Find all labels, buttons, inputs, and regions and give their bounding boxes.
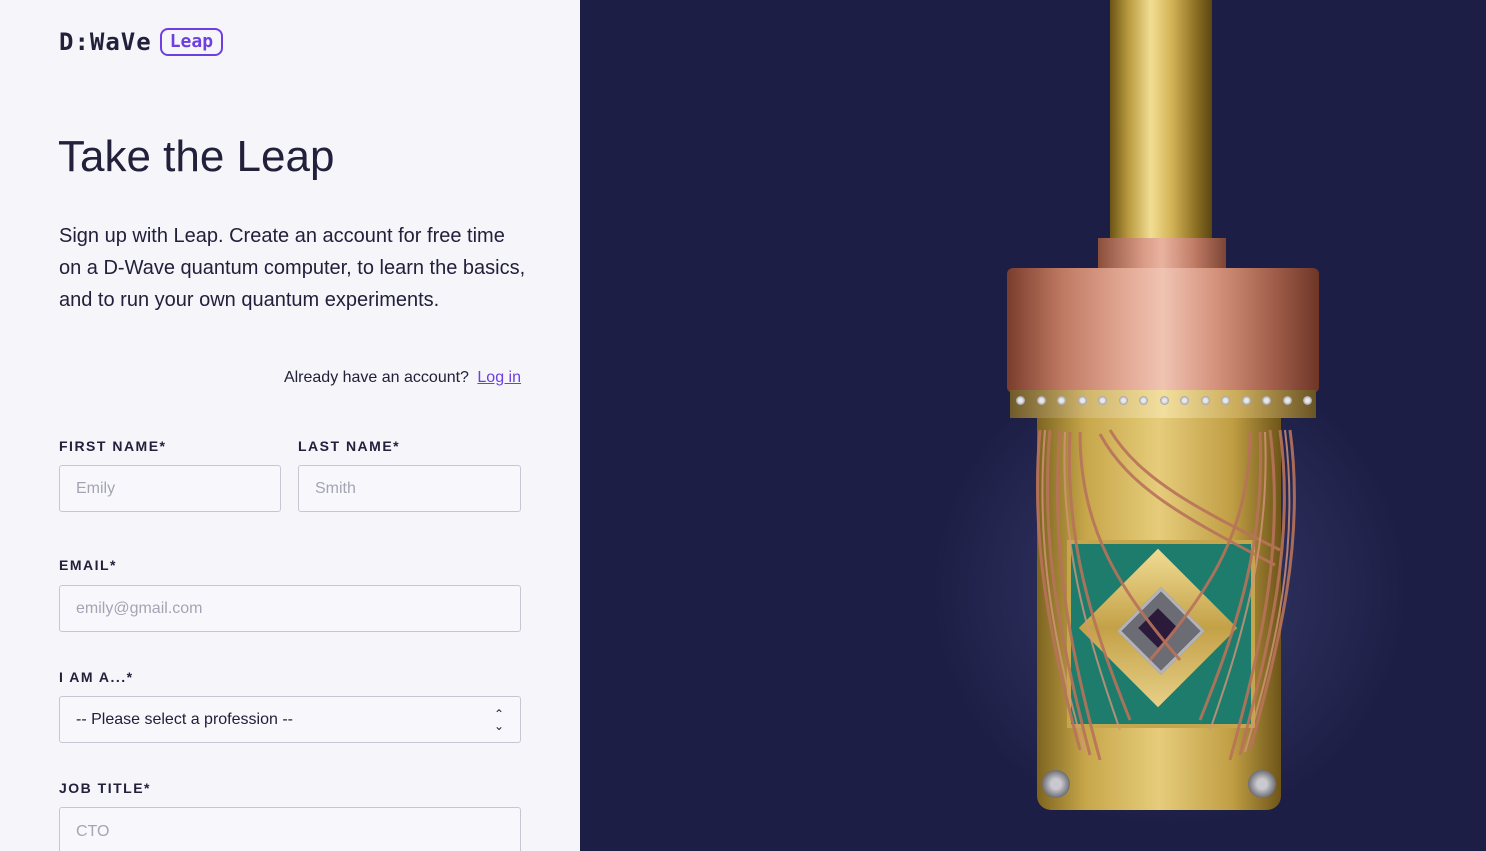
last-name-label: LAST NAME* [298, 438, 401, 454]
leap-badge: Leap [159, 28, 224, 56]
screw-right [1248, 770, 1276, 798]
copper-shield [1007, 268, 1319, 393]
copper-wire-bundles [1035, 429, 1296, 761]
dwave-wordmark: D:WaVe [59, 28, 152, 56]
login-link[interactable]: Log in [477, 369, 521, 386]
first-name-label: FIRST NAME* [59, 438, 167, 454]
dwave-leap-logo[interactable]: D:WaVe Leap [59, 28, 224, 56]
email-input[interactable] [59, 585, 521, 632]
profession-selected-value: -- Please select a profession -- [76, 710, 293, 728]
flange-bolts [1016, 396, 1312, 410]
job-title-input[interactable] [59, 807, 521, 851]
page-title: Take the Leap [58, 132, 335, 181]
login-prompt: Already have an account? [283, 369, 469, 386]
intro-text: Sign up with Leap. Create an account for… [59, 225, 526, 311]
gold-rod [1110, 0, 1212, 245]
profession-label: I AM A...* [59, 669, 134, 685]
signup-panel: D:WaVe Leap Take the Leap Sign up with L… [0, 0, 580, 851]
email-label: EMAIL* [59, 557, 117, 573]
profession-select[interactable]: -- Please select a profession -- ⌃ ⌄ [59, 696, 521, 743]
first-name-input[interactable] [59, 465, 281, 512]
login-prompt-row: Already have an account? Log in [59, 366, 521, 390]
job-title-label: JOB TITLE* [59, 780, 152, 796]
quantum-processor-photo [580, 0, 1486, 851]
last-name-input[interactable] [298, 465, 521, 512]
chevron-updown-icon: ⌃ ⌄ [493, 706, 504, 733]
screw-left [1042, 770, 1070, 798]
